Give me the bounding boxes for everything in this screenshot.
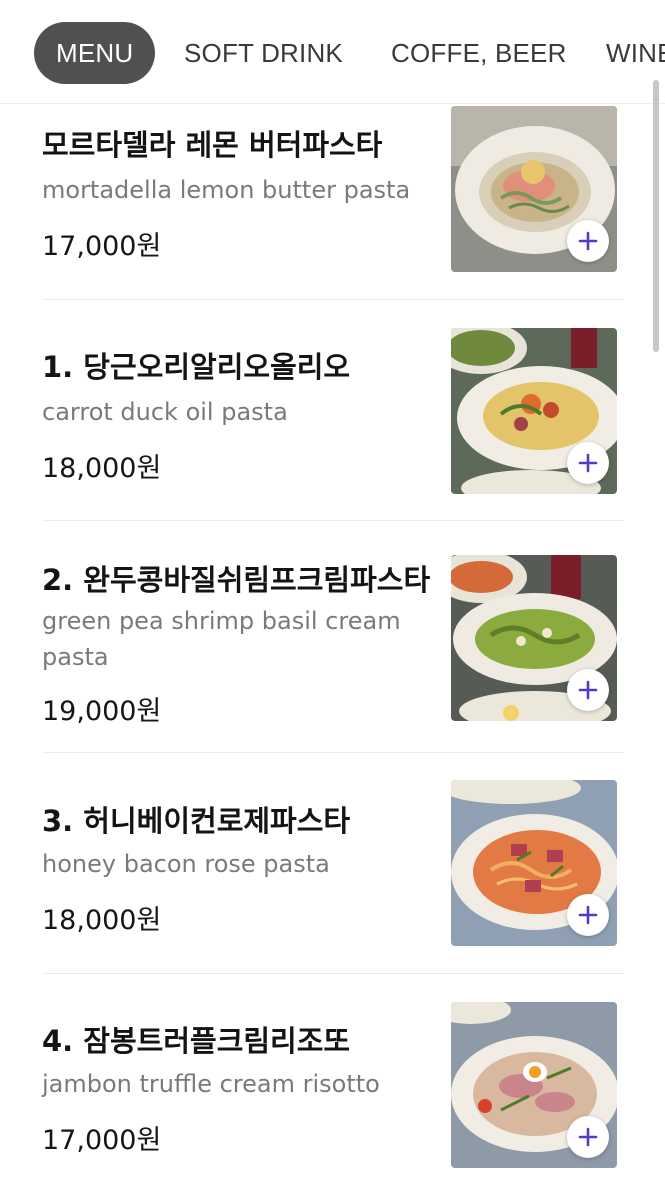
dish-photo[interactable] xyxy=(451,106,617,272)
tab-soft-drink[interactable]: SOFT DRINK xyxy=(184,22,343,84)
item-price: 17,000원 xyxy=(42,231,162,262)
item-name: 1. 당근오리알리오올리오 xyxy=(42,350,351,384)
menu-item[interactable]: 2. 완두콩바질쉬림프크림파스타 green pea shrimp basil … xyxy=(42,553,624,751)
tab-wine[interactable]: WINE xyxy=(606,22,665,84)
add-to-cart-button[interactable] xyxy=(567,220,609,262)
tab-coffee-beer[interactable]: COFFE, BEER xyxy=(391,22,567,84)
plus-icon xyxy=(578,905,598,925)
tab-menu[interactable]: MENU xyxy=(34,22,156,84)
menu-item[interactable]: 4. 잠봉트러플크림리조또 jambon truffle cream risot… xyxy=(42,1002,624,1188)
plus-icon xyxy=(578,453,598,473)
add-to-cart-button[interactable] xyxy=(567,894,609,936)
item-description: green pea shrimp basil cream pasta xyxy=(42,607,401,671)
item-description: honey bacon rose pasta xyxy=(42,850,330,878)
divider xyxy=(42,299,624,300)
item-price: 19,000원 xyxy=(42,696,162,727)
dish-photo[interactable] xyxy=(451,555,617,721)
item-description: jambon truffle cream risotto xyxy=(42,1070,380,1098)
menu-item[interactable]: 3. 허니베이컨로제파스타 honey bacon rose pasta 18,… xyxy=(42,780,624,972)
menu-item[interactable]: 모르타델라 레몬 버터파스타 mortadella lemon butter p… xyxy=(42,106,624,298)
item-name: 4. 잠봉트러플크림리조또 xyxy=(42,1024,351,1058)
item-description: mortadella lemon butter pasta xyxy=(42,176,411,204)
item-price: 18,000원 xyxy=(42,453,162,484)
divider xyxy=(42,752,624,753)
item-name: 2. 완두콩바질쉬림프크림파스타 xyxy=(42,563,431,597)
dish-photo[interactable] xyxy=(451,780,617,946)
item-description: carrot duck oil pasta xyxy=(42,398,288,426)
menu-item[interactable]: 1. 당근오리알리오올리오 carrot duck oil pasta 18,0… xyxy=(42,328,624,520)
plus-icon xyxy=(578,1127,598,1147)
item-price: 18,000원 xyxy=(42,905,162,936)
scrollbar[interactable] xyxy=(653,80,659,352)
divider xyxy=(42,520,624,521)
item-name: 모르타델라 레몬 버터파스타 xyxy=(42,128,383,162)
item-price: 17,000원 xyxy=(42,1125,162,1156)
add-to-cart-button[interactable] xyxy=(567,669,609,711)
dish-photo[interactable] xyxy=(451,1002,617,1168)
category-tabs: MENU SOFT DRINK COFFE, BEER WINE xyxy=(0,0,665,104)
dish-photo[interactable] xyxy=(451,328,617,494)
add-to-cart-button[interactable] xyxy=(567,1116,609,1158)
divider xyxy=(42,973,624,974)
plus-icon xyxy=(578,231,598,251)
add-to-cart-button[interactable] xyxy=(567,442,609,484)
plus-icon xyxy=(578,680,598,700)
item-name: 3. 허니베이컨로제파스타 xyxy=(42,804,351,838)
menu-screen: MENU SOFT DRINK COFFE, BEER WINE 모르타델라 레… xyxy=(0,0,665,1191)
